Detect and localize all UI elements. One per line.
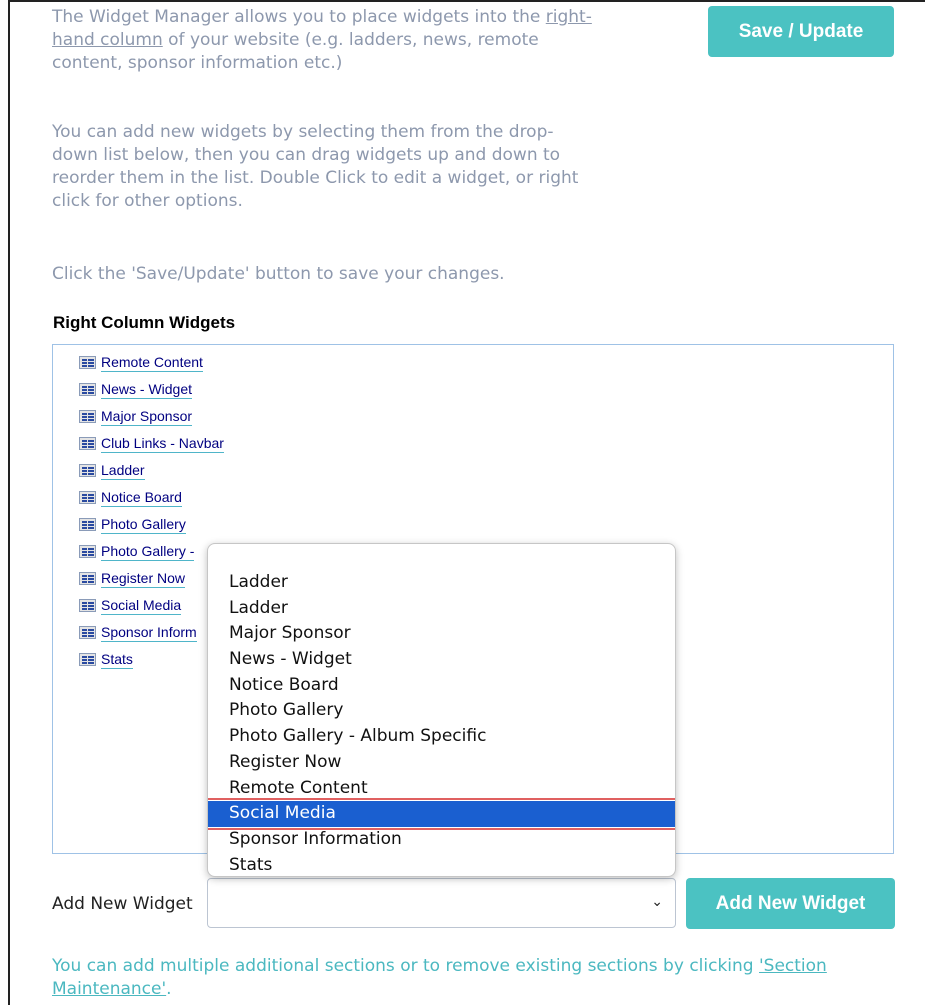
dropdown-option[interactable]: Remote Content xyxy=(208,776,675,802)
widget-icon xyxy=(79,491,96,504)
dropdown-option[interactable]: Register Now xyxy=(208,750,675,776)
dropdown-option[interactable]: News - Widget xyxy=(208,647,675,673)
dropdown-option[interactable]: Ladder xyxy=(208,596,675,622)
widget-item[interactable]: Remote Content xyxy=(79,349,893,376)
dropdown-option[interactable]: Major Sponsor xyxy=(208,621,675,647)
dropdown-option[interactable]: Photo Gallery xyxy=(208,698,675,724)
dropdown-option-selected[interactable]: Social Media xyxy=(208,798,675,830)
dropdown-option-list: Ladder Ladder Major Sponsor News - Widget No… xyxy=(208,544,675,876)
footer-end: . xyxy=(166,979,172,999)
widget-link[interactable]: Ladder xyxy=(101,462,145,480)
intro-text: The Widget Manager allows you to place w… xyxy=(52,7,546,27)
widget-icon xyxy=(79,410,96,423)
section-title: Right Column Widgets xyxy=(53,313,236,332)
dropdown-option[interactable]: Photo Gallery - Album Specific xyxy=(208,724,675,750)
dropdown-option[interactable]: Sponsor Information xyxy=(208,827,675,853)
widget-item[interactable]: News - Widget xyxy=(79,376,893,403)
save-update-button[interactable]: Save / Update xyxy=(708,6,894,57)
widget-icon xyxy=(79,545,96,558)
dropdown-option[interactable]: Notice Board xyxy=(208,673,675,699)
widget-icon xyxy=(79,518,96,531)
widget-icon xyxy=(79,599,96,612)
widget-link[interactable]: Photo Gallery - xyxy=(101,543,195,561)
chevron-down-icon: ⌄ xyxy=(651,894,663,910)
add-widget-select[interactable]: ⌄ xyxy=(207,878,676,928)
add-widget-label: Add New Widget xyxy=(52,894,193,914)
widget-item[interactable]: Ladder xyxy=(79,457,893,484)
widget-item[interactable]: Club Links - Navbar xyxy=(79,430,893,457)
widget-link[interactable]: Sponsor Inform xyxy=(101,624,197,642)
widget-item[interactable]: Photo Gallery xyxy=(79,511,893,538)
footer-paragraph: You can add multiple additional sections… xyxy=(52,955,872,1001)
intro-paragraph: The Widget Manager allows you to place w… xyxy=(52,6,592,75)
dropdown-option[interactable]: Stats xyxy=(208,853,675,876)
widget-link[interactable]: News - Widget xyxy=(101,381,193,399)
add-new-widget-button[interactable]: Add New Widget xyxy=(686,878,895,929)
widget-icon xyxy=(79,464,96,477)
widget-icon xyxy=(79,572,96,585)
widget-link[interactable]: Club Links - Navbar xyxy=(101,435,224,453)
widget-icon xyxy=(79,437,96,450)
widget-icon xyxy=(79,383,96,396)
widget-dropdown-menu: Ladder Ladder Major Sponsor News - Widget No… xyxy=(207,543,676,877)
widget-icon xyxy=(79,356,96,369)
widget-link[interactable]: Stats xyxy=(101,651,133,669)
widget-link[interactable]: Photo Gallery xyxy=(101,516,186,534)
dropdown-option[interactable]: Ladder xyxy=(208,570,675,596)
widget-link[interactable]: Notice Board xyxy=(101,489,182,507)
widget-item[interactable]: Major Sponsor xyxy=(79,403,893,430)
widget-link[interactable]: Major Sponsor xyxy=(101,408,193,426)
widget-icon xyxy=(79,653,96,666)
widget-link[interactable]: Register Now xyxy=(101,570,186,588)
save-hint-paragraph: Click the 'Save/Update' button to save y… xyxy=(52,264,505,284)
footer-text: You can add multiple additional sections… xyxy=(52,956,759,976)
widget-link[interactable]: Social Media xyxy=(101,597,182,615)
widget-link[interactable]: Remote Content xyxy=(101,354,203,372)
widget-icon xyxy=(79,626,96,639)
instructions-paragraph: You can add new widgets by selecting the… xyxy=(52,122,579,211)
widget-item[interactable]: Notice Board xyxy=(79,484,893,511)
